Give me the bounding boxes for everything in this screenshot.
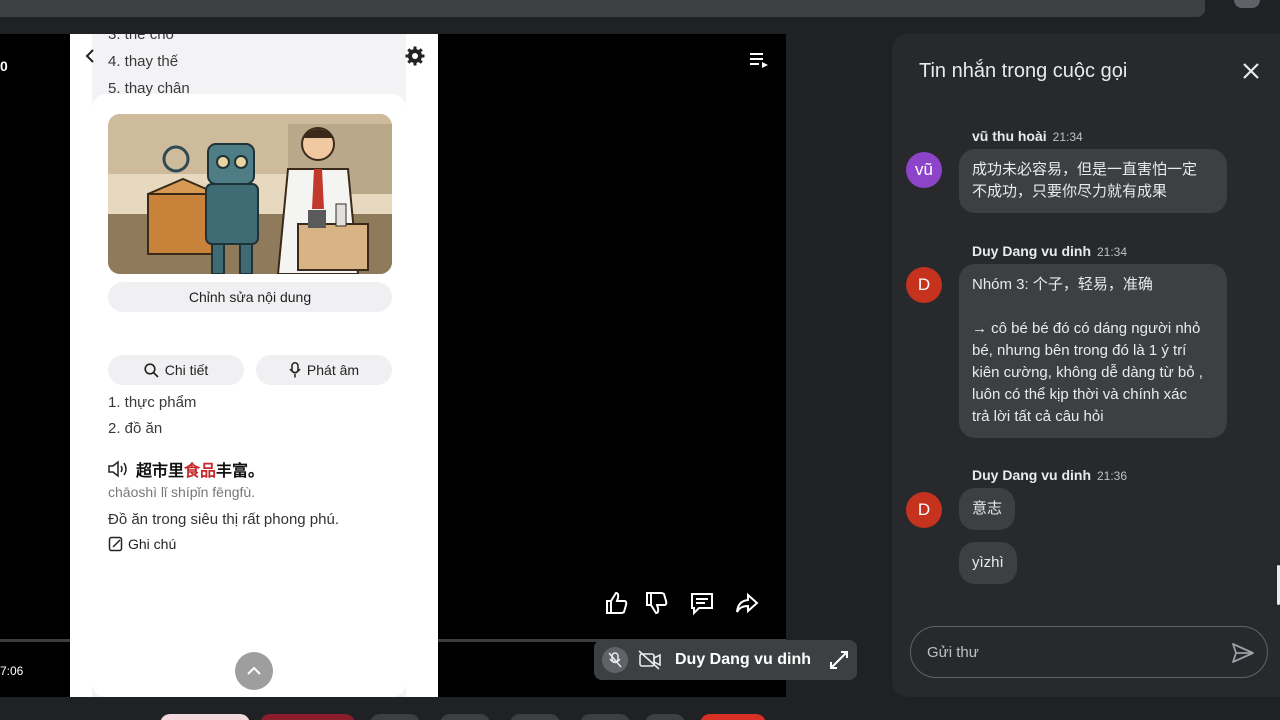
definition-item: 2. đồ ăn: [108, 420, 163, 437]
example-prefix: 超市里: [136, 463, 185, 480]
presenter-tile[interactable]: Duy Dang vu dinh: [594, 640, 857, 680]
chat-input-box: [910, 626, 1268, 678]
message-header: Duy Dang vu dinh 21:34: [972, 243, 1127, 259]
message-time: 21:36: [1097, 469, 1128, 483]
expand-icon[interactable]: [830, 651, 848, 669]
chat-panel: Tin nhắn trong cuộc gọi vũ thu hoài 21:34…: [892, 34, 1280, 697]
message-time: 21:34: [1097, 245, 1128, 259]
sender-name: Duy Dang vu dinh: [972, 243, 1091, 259]
thumbs-up-icon[interactable]: [604, 590, 630, 616]
speaker-icon[interactable]: [108, 460, 130, 478]
definition-item: 5. thay chân: [108, 80, 190, 97]
avatar-letter: vũ: [915, 160, 933, 179]
back-icon[interactable]: [82, 46, 98, 66]
mic-icon: [289, 362, 301, 378]
pronounce-label: Phát âm: [306, 362, 360, 378]
edit-content-button[interactable]: Chỉnh sửa nội dung: [108, 282, 392, 312]
definition-item: 1. thực phẩm: [108, 394, 197, 411]
message-bubble: 成功未必容易，但是一直害怕一定 不成功，只要你尽力就有成果: [959, 149, 1227, 213]
comment-icon[interactable]: [689, 590, 715, 616]
chevron-up-icon: [247, 666, 261, 675]
note-label: Ghi chú: [128, 536, 177, 552]
playlist-icon[interactable]: [750, 52, 768, 68]
elapsed-time: 7:06: [0, 664, 24, 678]
message-bubble: 意志: [959, 488, 1016, 530]
message-time: 21:34: [1052, 130, 1083, 144]
control-button[interactable]: [370, 714, 420, 720]
top-avatar[interactable]: [1234, 0, 1260, 8]
message-header: vũ thu hoài 21:34: [972, 128, 1083, 144]
control-button[interactable]: [580, 714, 630, 720]
top-bar: [0, 0, 1205, 17]
definition-item: 3. thế chỗ: [108, 34, 174, 43]
control-button[interactable]: [440, 714, 490, 720]
control-button[interactable]: [510, 714, 560, 720]
example-translation: Đồ ăn trong siêu thị rất phong phú.: [108, 511, 339, 528]
avatar: D: [906, 267, 942, 303]
sender-name: Duy Dang vu dinh: [972, 467, 1091, 483]
definition-item: 4. thay thế: [108, 53, 179, 70]
control-button[interactable]: [160, 714, 250, 720]
end-call-button[interactable]: [700, 714, 766, 720]
example-sentence: 超市里食品丰富。: [108, 457, 264, 481]
message-bubble: yìzhì: [959, 542, 1017, 584]
chat-message-input[interactable]: [927, 639, 1217, 665]
avatar-letter: D: [917, 500, 931, 519]
sender-name: vũ thu hoài: [972, 128, 1047, 144]
example-highlight: 食品: [184, 463, 217, 480]
call-controls-bar: [0, 706, 1280, 720]
presenter-name: Duy Dang vu dinh: [675, 651, 811, 668]
avatar: vũ: [906, 152, 942, 188]
close-icon[interactable]: [1242, 62, 1260, 80]
pronounce-button[interactable]: Phát âm: [256, 355, 392, 385]
avatar-letter: D: [917, 275, 931, 294]
thumbs-down-icon[interactable]: [644, 590, 670, 616]
control-button[interactable]: [645, 714, 685, 720]
detail-label: Chi tiết: [164, 362, 209, 378]
example-suffix: 丰富。: [216, 463, 265, 480]
message-bubble: Nhóm 3: 个子，轻易，准确 → cô bé bé đó có dáng n…: [959, 264, 1227, 438]
detail-button[interactable]: Chi tiết: [108, 355, 244, 385]
mic-off-icon: [602, 647, 628, 673]
share-icon[interactable]: [734, 590, 760, 616]
phone-screen: 3. thế chỗ 4. thay thế 5. thay chân Chỉn…: [70, 34, 438, 697]
note-button[interactable]: Ghi chú: [108, 536, 176, 552]
chat-title: Tin nhắn trong cuộc gọi: [919, 60, 1128, 82]
avatar: D: [906, 492, 942, 528]
send-icon[interactable]: [1231, 641, 1255, 665]
stage-corner-number: 0: [0, 58, 8, 74]
video-stage: 0 7:06 3. thế chỗ 4. thay thế 5. thay ch…: [0, 34, 786, 697]
control-button[interactable]: [260, 714, 355, 720]
scroll-up-button[interactable]: [235, 652, 273, 690]
search-icon: [144, 362, 159, 378]
message-header: Duy Dang vu dinh 21:36: [972, 467, 1127, 483]
camera-off-icon: [638, 650, 661, 670]
edit-content-label: Chỉnh sửa nội dung: [188, 289, 312, 305]
example-pinyin: chāoshì lǐ shípǐn fēngfù.: [108, 484, 256, 500]
settings-icon[interactable]: [405, 46, 425, 66]
note-icon: [108, 536, 123, 552]
comic-illustration: [108, 114, 392, 274]
